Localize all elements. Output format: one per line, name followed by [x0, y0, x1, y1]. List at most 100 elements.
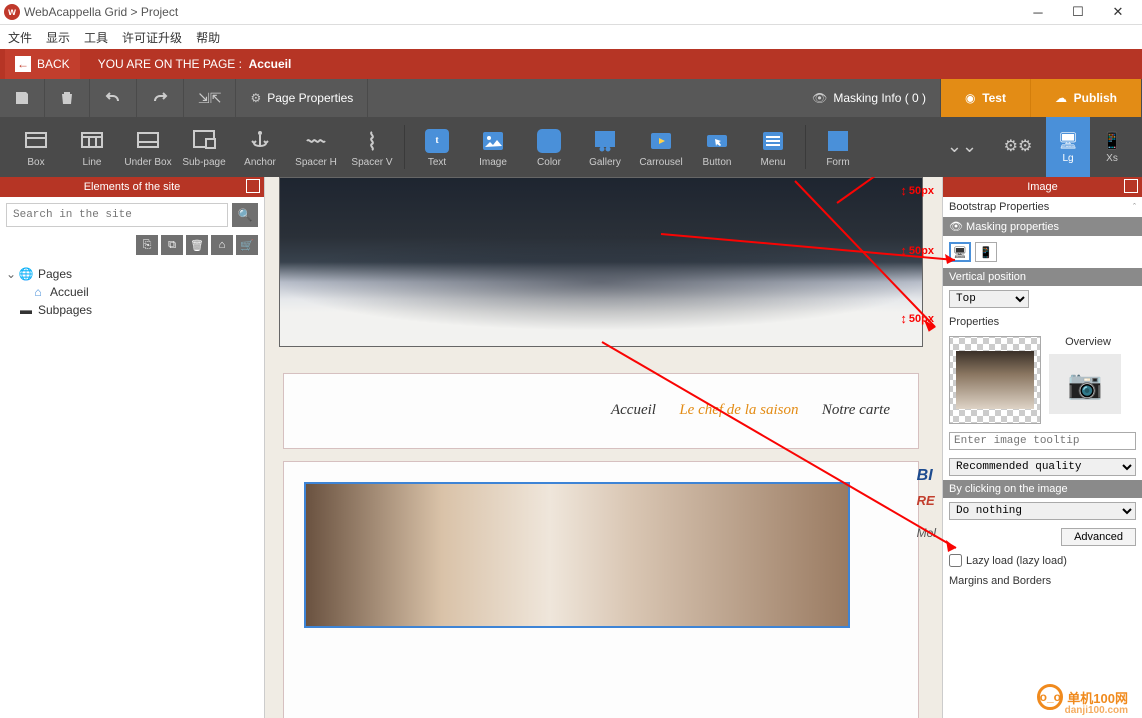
palette-underbox[interactable]: Under Box [120, 127, 176, 168]
vertical-position-select[interactable]: Top [949, 290, 1029, 308]
delete-button[interactable] [45, 79, 90, 117]
nav-carte[interactable]: Notre carte [822, 402, 890, 418]
back-label: BACK [37, 57, 70, 71]
page-properties-button[interactable]: ⚙Page Properties [236, 79, 368, 117]
tree-subpages[interactable]: ▬Subpages [6, 301, 258, 319]
bootstrap-properties-toggle[interactable]: Bootstrap Propertiesˆ [943, 197, 1142, 217]
canvas[interactable]: ↕50px ↕50px ↕50px Accueil Le chef de la … [265, 177, 942, 718]
palette-text[interactable]: tText [409, 127, 465, 168]
search-button[interactable]: 🔍 [232, 203, 258, 227]
palette-spacerh[interactable]: Spacer H [288, 127, 344, 168]
eye-icon: ◉ [965, 91, 975, 105]
menubar: 文件 显示 工具 许可证升级 帮助 [0, 25, 1142, 49]
lazy-load-label: Lazy load (lazy load) [966, 555, 1067, 567]
undo-button[interactable] [90, 79, 137, 117]
device-mobile[interactable]: 📱 [975, 242, 997, 262]
palette-spacerv[interactable]: Spacer V [344, 127, 400, 168]
palette-form[interactable]: Form [810, 127, 866, 168]
palette-subpage[interactable]: Sub-page [176, 127, 232, 168]
nav-block[interactable]: Accueil Le chef de la saison Notre carte [283, 373, 919, 449]
left-panel-header: Elements of the site [0, 177, 264, 197]
test-button[interactable]: ◉ Test [941, 79, 1030, 117]
duplicate-icon[interactable]: ⧉ [161, 235, 183, 255]
window-title: WebAcappella Grid > Project [24, 5, 1018, 19]
lazy-load-checkbox[interactable] [949, 554, 962, 567]
menu-view[interactable]: 显示 [46, 29, 70, 46]
palette-menu[interactable]: Menu [745, 127, 801, 168]
properties-label: Properties [943, 312, 1142, 332]
chevron-up-icon: ˆ [1133, 202, 1136, 212]
right-panel: Image Bootstrap Propertiesˆ 👁 Masking pr… [942, 177, 1142, 718]
content-block[interactable] [283, 461, 919, 718]
palette-gallery[interactable]: Gallery [577, 127, 633, 168]
palette-line[interactable]: Line [64, 127, 120, 168]
spacing-marker-1: ↕50px [900, 185, 934, 197]
side-column: BI RE Mol [917, 467, 936, 540]
folder-icon: ▬ [18, 303, 34, 317]
masking-properties-header[interactable]: 👁 Masking properties [943, 217, 1142, 236]
add-page-icon[interactable]: ⎘ [136, 235, 158, 255]
menu-file[interactable]: 文件 [8, 29, 32, 46]
tree-accueil[interactable]: ⌂Accueil [6, 283, 258, 301]
quality-select[interactable]: Recommended quality [949, 458, 1136, 476]
site-tree: ⌄🌐Pages ⌂Accueil ▬Subpages [0, 257, 264, 327]
close-button[interactable]: ✕ [1098, 0, 1138, 25]
click-action-header: By clicking on the image [943, 480, 1142, 498]
search-input[interactable] [6, 203, 228, 227]
redo-button[interactable] [137, 79, 184, 117]
spacing-marker-2: ↕50px [900, 245, 934, 257]
overview-label: Overview [1049, 336, 1127, 348]
palette-color[interactable]: Color [521, 127, 577, 168]
masking-info-button[interactable]: 👁Masking Info ( 0 ) [798, 79, 941, 117]
breakpoint-xs[interactable]: 📱Xs [1090, 117, 1134, 177]
save-button[interactable] [0, 79, 45, 117]
maximize-button[interactable]: ☐ [1058, 0, 1098, 25]
back-arrow-icon: ← [15, 56, 31, 72]
palette-image[interactable]: Image [465, 127, 521, 168]
nav-accueil[interactable]: Accueil [611, 402, 656, 418]
image-tooltip-input[interactable] [949, 432, 1136, 450]
dock-icon[interactable] [246, 179, 260, 193]
titlebar: w WebAcappella Grid > Project ─ ☐ ✕ [0, 0, 1142, 25]
menu-tools[interactable]: 工具 [84, 29, 108, 46]
back-button[interactable]: ← BACK [5, 49, 80, 79]
selected-image[interactable] [304, 482, 850, 628]
spacing-marker-3: ↕50px [900, 313, 934, 325]
left-panel: Elements of the site 🔍 ⎘ ⧉ 🗑 ⌂ 🛒 ⌄🌐Pages… [0, 177, 265, 718]
palette-anchor[interactable]: Anchor [232, 127, 288, 168]
palette-carrousel[interactable]: Carrousel [633, 127, 689, 168]
margins-borders-label[interactable]: Margins and Borders [943, 571, 1142, 591]
nav-chef[interactable]: Le chef de la saison [679, 402, 798, 418]
desktop-icon: 🖥 [1058, 131, 1078, 151]
hero-image[interactable] [279, 177, 923, 347]
menu-help[interactable]: 帮助 [196, 29, 220, 46]
minimize-button[interactable]: ─ [1018, 0, 1058, 25]
cart-icon[interactable]: 🛒 [236, 235, 258, 255]
palette-box[interactable]: Box [8, 127, 64, 168]
dock-icon[interactable] [1124, 179, 1138, 193]
cloud-up-icon: ☁ [1055, 91, 1067, 105]
image-thumbnail[interactable] [949, 336, 1041, 424]
home-page-icon: ⌂ [30, 285, 46, 299]
toolbar: ⇲⇱ ⚙Page Properties 👁Masking Info ( 0 ) … [0, 79, 1142, 117]
collapse-button[interactable]: ⇲⇱ [184, 79, 236, 117]
palette-more[interactable]: ⌄⌄ [934, 132, 990, 162]
app-logo: w [4, 4, 20, 20]
home-icon[interactable]: ⌂ [211, 235, 233, 255]
advanced-button[interactable]: Advanced [1061, 528, 1136, 546]
mobile-icon: 📱 [1102, 131, 1122, 151]
palette-settings[interactable]: ⚙⚙ [990, 132, 1046, 162]
camera-icon[interactable]: 📷 [1049, 354, 1121, 414]
palette-button[interactable]: Button [689, 127, 745, 168]
menu-license[interactable]: 许可证升级 [122, 29, 182, 46]
vertical-position-header: Vertical position [943, 268, 1142, 286]
globe-icon: 🌐 [18, 267, 34, 281]
main: Elements of the site 🔍 ⎘ ⧉ 🗑 ⌂ 🛒 ⌄🌐Pages… [0, 177, 1142, 718]
click-action-select[interactable]: Do nothing [949, 502, 1136, 520]
component-palette: Box Line Under Box Sub-page Anchor Space… [0, 117, 1142, 177]
trash-icon[interactable]: 🗑 [186, 235, 208, 255]
device-desktop[interactable]: 🖥 [949, 242, 971, 262]
publish-button[interactable]: ☁ Publish [1030, 79, 1142, 117]
breakpoint-lg[interactable]: 🖥Lg [1046, 117, 1090, 177]
tree-pages[interactable]: ⌄🌐Pages [6, 265, 258, 283]
